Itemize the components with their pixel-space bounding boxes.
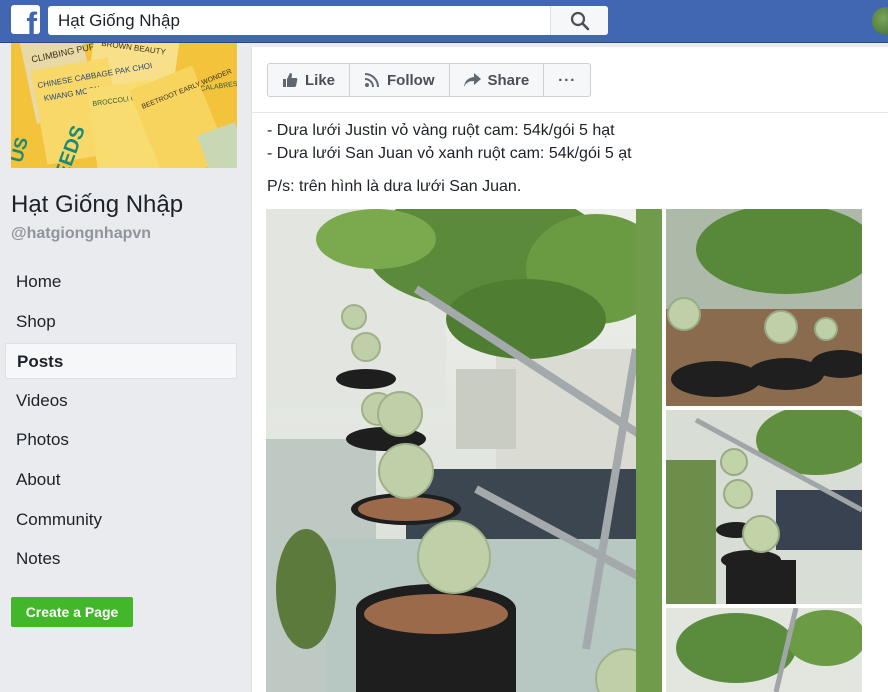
page-title: Hạt Giống Nhập	[11, 191, 184, 218]
top-bar: f	[0, 0, 888, 43]
post-line-justin: - Dưa lưới Justin vỏ vàng ruột cam: 54k/…	[267, 122, 615, 139]
like-label: Like	[305, 71, 336, 89]
follow-label: Follow	[387, 71, 435, 89]
share-button[interactable]: Share	[450, 64, 545, 96]
nav-item-photos[interactable]: Photos	[5, 422, 237, 458]
more-options-button[interactable]: ···	[544, 64, 590, 96]
nav-item-home[interactable]: Home	[5, 264, 237, 300]
nav-item-notes[interactable]: Notes	[5, 541, 237, 577]
post-line-san-juan: - Dưa lưới San Juan vỏ xanh ruột cam: 54…	[267, 145, 632, 162]
post-photo-4[interactable]	[666, 608, 862, 692]
main-content: Like Follow Share ··· - Dưa lưới Justin …	[251, 47, 888, 692]
search-input[interactable]	[48, 6, 550, 35]
thumbs-up-icon	[282, 72, 298, 88]
melon-trellis-photo	[266, 209, 662, 692]
seed-packets-image: CLIMBING PURPLE BROWN BEAUTY CHINESE CAB…	[11, 43, 237, 168]
facebook-logo-icon[interactable]: f	[11, 5, 40, 34]
search-button[interactable]	[550, 6, 608, 35]
nav-item-posts[interactable]: Posts	[5, 343, 237, 380]
page-handle[interactable]: @hatgiongnhapvn	[11, 225, 151, 243]
nav-item-community[interactable]: Community	[5, 502, 237, 538]
melon-leaves-photo	[666, 608, 862, 692]
create-page-button[interactable]: Create a Page	[11, 597, 133, 627]
more-options-icon: ···	[558, 71, 577, 89]
share-label: Share	[487, 71, 530, 89]
rss-icon	[364, 72, 380, 88]
post-body: - Dưa lưới Justin vỏ vàng ruột cam: 54k/…	[267, 119, 867, 198]
search-icon	[570, 11, 589, 30]
share-arrow-icon	[463, 72, 481, 88]
follow-button[interactable]: Follow	[350, 64, 450, 96]
post-ps: P/s: trên hình là dưa lưới San Juan.	[267, 178, 522, 195]
nav-item-about[interactable]: About	[5, 462, 237, 498]
melon-pots-photo	[666, 209, 862, 406]
post-photo-3[interactable]	[666, 410, 862, 604]
nav-item-shop[interactable]: Shop	[5, 304, 237, 340]
divider	[252, 112, 888, 113]
search-box	[48, 6, 608, 35]
post-photo-main[interactable]	[266, 209, 662, 692]
post-photo-2[interactable]	[666, 209, 862, 406]
page-profile-picture[interactable]: CLIMBING PURPLE BROWN BEAUTY CHINESE CAB…	[11, 43, 237, 168]
nav-item-videos[interactable]: Videos	[5, 383, 237, 419]
melon-row-photo	[666, 410, 862, 604]
profile-avatar[interactable]	[872, 7, 888, 35]
page-navigation: Home Shop Posts Videos Photos About Comm…	[5, 264, 237, 581]
page-action-bar: Like Follow Share ···	[267, 63, 592, 97]
like-button[interactable]: Like	[268, 64, 351, 96]
